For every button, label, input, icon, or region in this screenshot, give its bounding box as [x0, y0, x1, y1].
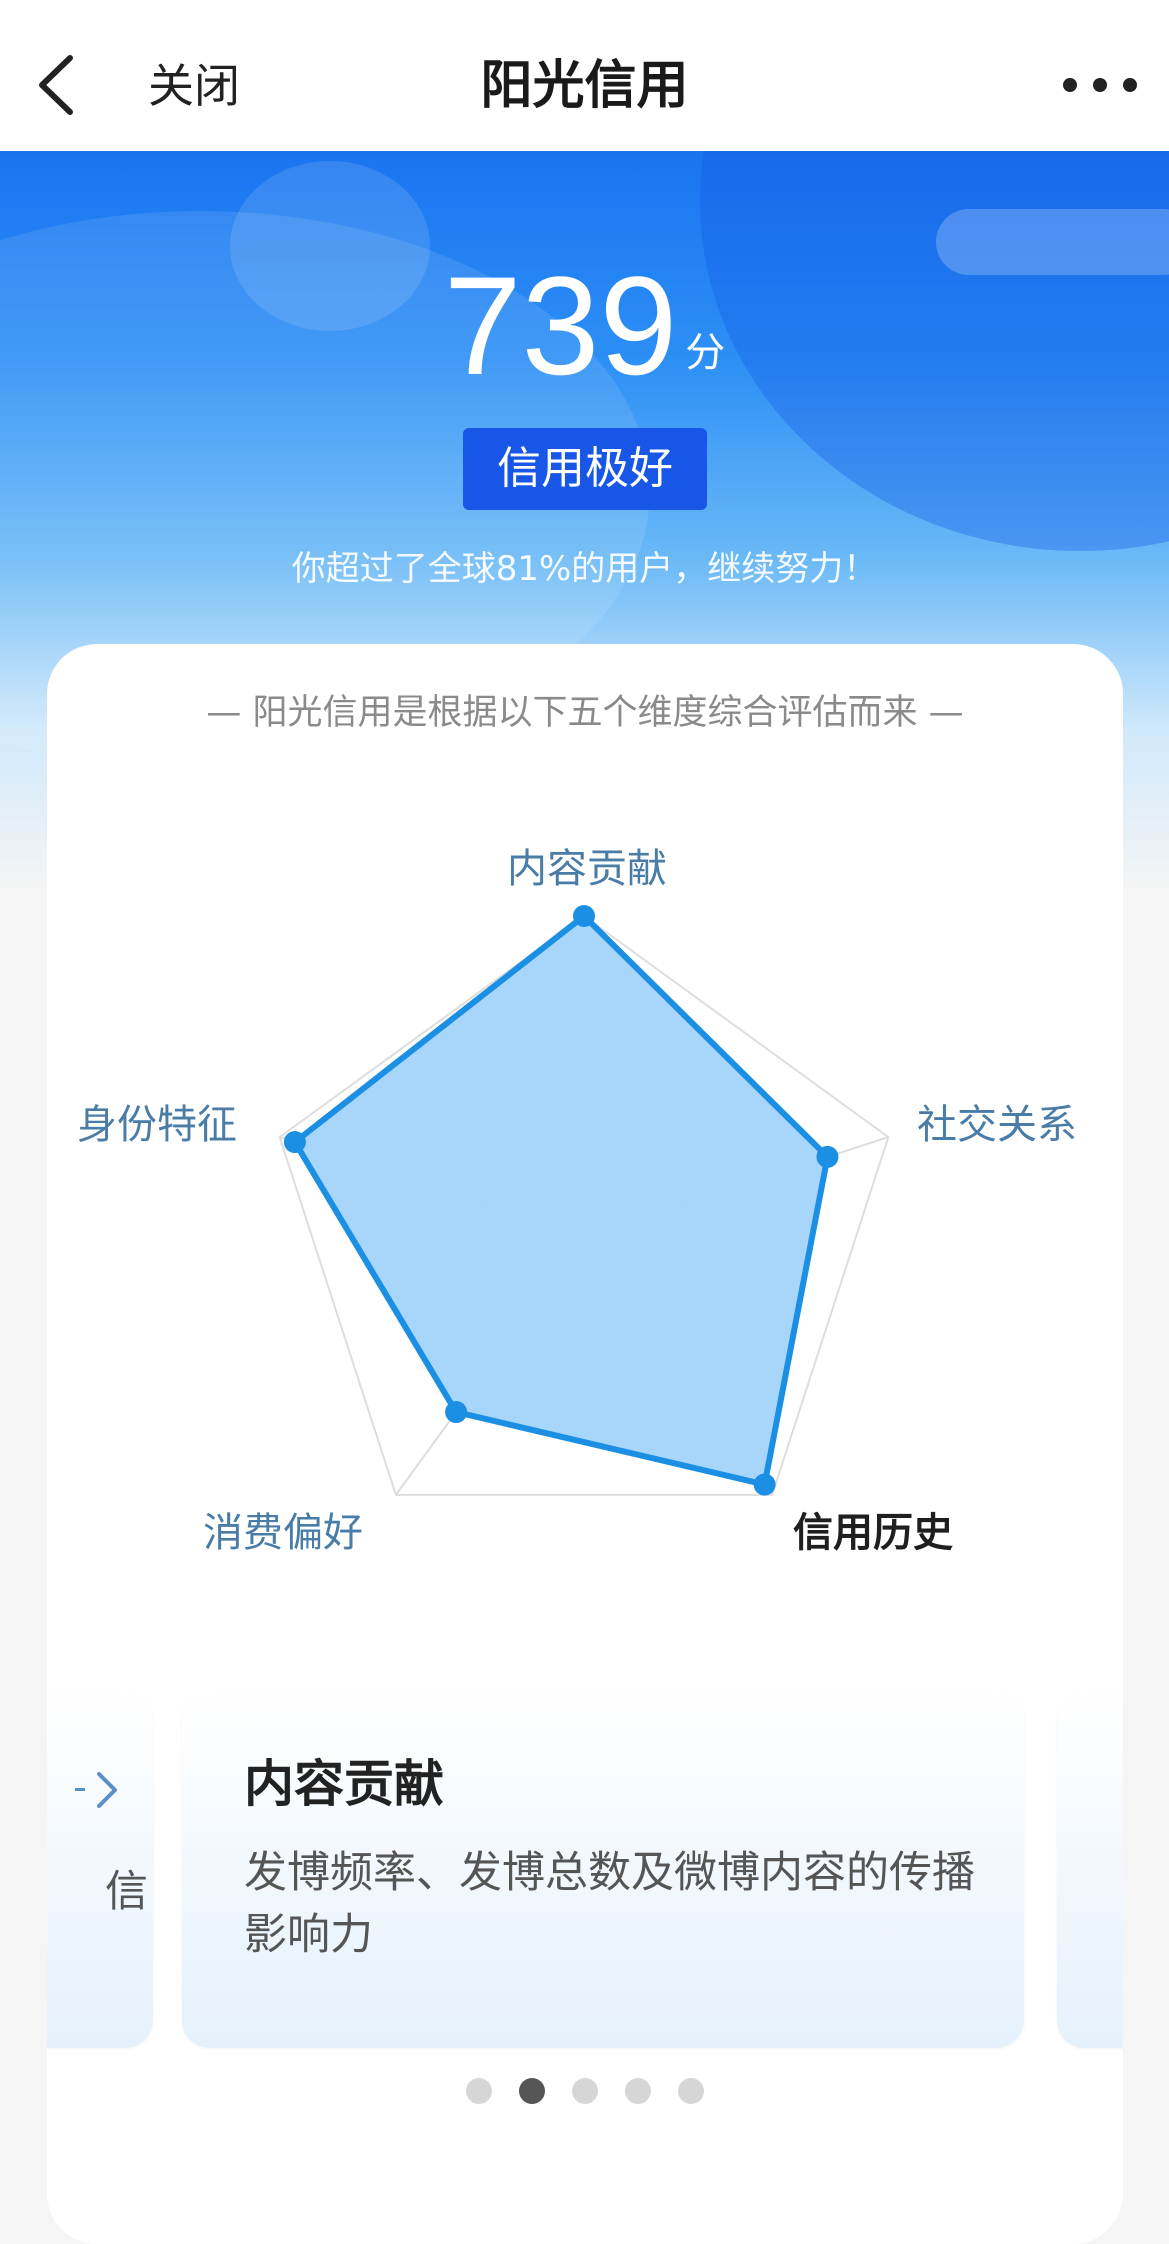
page-title: 阳光信用: [480, 56, 689, 116]
radar-point: [445, 1401, 468, 1424]
dimension-card: — 阳光信用是根据以下五个维度综合评估而来 — 内容贡献 社交关系 信用历史 消…: [47, 644, 1123, 2244]
prev-slide-fragment: 信: [105, 1867, 148, 1917]
slide-description: 发博频率、发博总数及微博内容的传播影响力: [244, 1848, 975, 1960]
rating-badge: 信用极好: [463, 428, 707, 510]
more-options-icon[interactable]: [1060, 74, 1140, 96]
axis-label-social-relations[interactable]: 社交关系: [917, 1100, 1077, 1150]
credit-score: 739: [443, 247, 678, 404]
radar-point: [573, 905, 595, 927]
radar-area: [291, 913, 831, 1488]
axis-label-consumption-preference[interactable]: 消费偏好: [203, 1508, 363, 1558]
carousel-slide-current[interactable]: 内容贡献 发博频率、发博总数及微博内容的传播影响力: [182, 1692, 1024, 2048]
prev-dash: [75, 1788, 85, 1791]
carousel-slide-prev[interactable]: 信: [47, 1692, 153, 2048]
score-display: 739 分: [0, 251, 1169, 401]
score-unit: 分: [685, 330, 726, 376]
pagination-dot[interactable]: [625, 2078, 652, 2104]
radar-point: [816, 1145, 839, 1168]
pagination-dot-active[interactable]: [518, 2078, 545, 2104]
radar-point: [753, 1473, 776, 1496]
axis-label-identity-traits[interactable]: 身份特征: [77, 1100, 237, 1150]
pagination-dot[interactable]: [572, 2078, 598, 2104]
top-navigation-bar: 关闭 阳光信用: [0, 0, 1169, 151]
pagination-dot[interactable]: [678, 2078, 705, 2104]
carousel-slide-next[interactable]: [1057, 1692, 1123, 2048]
pagination-dot[interactable]: [465, 2078, 492, 2104]
chevron-right-icon: [97, 1772, 117, 1808]
carousel-pagination: [47, 2078, 1123, 2108]
percentile-text: 你超过了全球81%的用户，继续努力！: [291, 549, 878, 589]
axis-label-credit-history[interactable]: 信用历史: [793, 1508, 953, 1558]
slide-title: 内容贡献: [244, 1755, 444, 1813]
radar-point: [283, 1131, 306, 1154]
axis-label-content-contribution[interactable]: 内容贡献: [507, 844, 667, 894]
